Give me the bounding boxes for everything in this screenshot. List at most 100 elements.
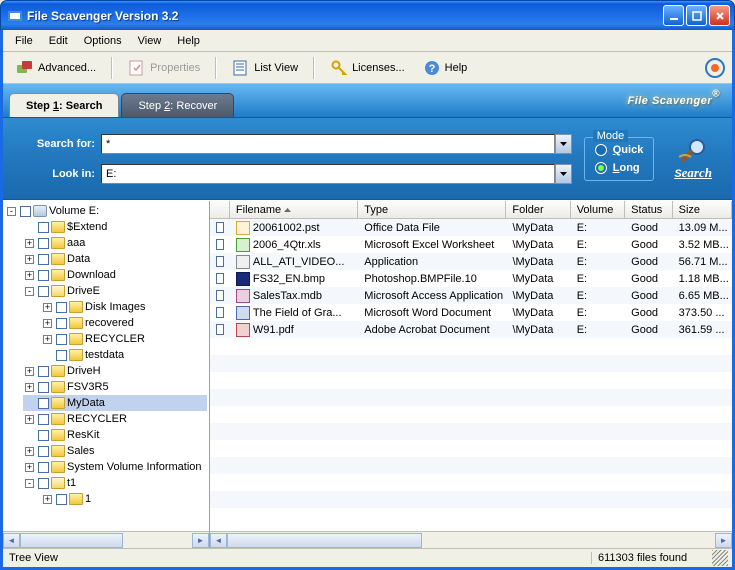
expand-icon[interactable]: - <box>25 479 34 488</box>
checkbox[interactable] <box>216 273 224 284</box>
checkbox[interactable] <box>38 462 49 473</box>
table-row[interactable]: The Field of Gra...Microsoft Word Docume… <box>210 304 732 321</box>
expand-icon[interactable]: + <box>25 255 34 264</box>
table-row[interactable]: FS32_EN.bmpPhotoshop.BMPFile.10\MyDataE:… <box>210 270 732 287</box>
tree-item[interactable]: +Data <box>23 251 207 267</box>
search-for-combo[interactable] <box>101 134 572 154</box>
tree-item[interactable]: +RECYCLER <box>23 411 207 427</box>
list-hscrollbar[interactable]: ◄ ► <box>210 531 732 548</box>
checkbox[interactable] <box>38 222 49 233</box>
tree-item[interactable]: +DriveH <box>23 363 207 379</box>
expand-icon[interactable]: + <box>43 303 52 312</box>
scroll-left-button[interactable]: ◄ <box>3 533 20 548</box>
collapse-icon[interactable]: - <box>7 207 16 216</box>
table-row[interactable]: ALL_ATI_VIDEO...Application\MyDataE:Good… <box>210 253 732 270</box>
expand-icon[interactable] <box>43 351 52 360</box>
checkbox[interactable] <box>216 324 224 335</box>
folder-tree[interactable]: -Volume E:$Extend+aaa+Data+Download-Driv… <box>3 201 209 531</box>
tree-item[interactable]: +FSV3R5 <box>23 379 207 395</box>
col-filename[interactable]: Filename <box>230 201 358 218</box>
look-in-input[interactable] <box>101 164 555 184</box>
checkbox[interactable] <box>38 254 49 265</box>
expand-icon[interactable]: + <box>25 415 34 424</box>
expand-icon[interactable]: + <box>43 319 52 328</box>
checkbox[interactable] <box>38 398 49 409</box>
checkbox[interactable] <box>38 430 49 441</box>
tree-item[interactable]: +Download <box>23 267 207 283</box>
checkbox[interactable] <box>56 334 67 345</box>
look-in-dropdown-button[interactable] <box>555 164 572 184</box>
expand-icon[interactable]: + <box>25 367 34 376</box>
col-folder[interactable]: Folder <box>506 201 570 218</box>
tree-item[interactable]: +Disk Images <box>41 299 207 315</box>
tree-item[interactable]: -DriveE <box>23 283 207 299</box>
mode-long-radio[interactable]: Long <box>595 162 644 174</box>
expand-icon[interactable]: + <box>43 335 52 344</box>
table-row[interactable]: SalesTax.mdbMicrosoft Access Application… <box>210 287 732 304</box>
maximize-button[interactable] <box>686 5 707 26</box>
menu-help[interactable]: Help <box>169 33 208 49</box>
tree-item[interactable]: MyData <box>23 395 207 411</box>
expand-icon[interactable]: + <box>25 383 34 392</box>
expand-icon[interactable]: - <box>25 287 34 296</box>
checkbox[interactable] <box>216 256 224 267</box>
tree-item[interactable]: $Extend <box>23 219 207 235</box>
checkbox[interactable] <box>56 318 67 329</box>
mode-quick-radio[interactable]: Quick <box>595 144 644 156</box>
checkbox[interactable] <box>20 206 31 217</box>
tree-item[interactable]: +aaa <box>23 235 207 251</box>
scroll-right-button[interactable]: ► <box>715 533 732 548</box>
expand-icon[interactable] <box>25 223 34 232</box>
expand-icon[interactable]: + <box>25 447 34 456</box>
tree-root-item[interactable]: -Volume E: <box>5 203 207 219</box>
file-list[interactable]: 20061002.pstOffice Data File\MyDataE:Goo… <box>210 219 732 531</box>
advanced-button[interactable]: Advanced... <box>9 55 103 81</box>
resize-grip-icon[interactable] <box>712 550 728 566</box>
search-button[interactable]: Search <box>666 133 720 185</box>
scroll-thumb[interactable] <box>227 533 422 548</box>
checkbox[interactable] <box>216 222 224 233</box>
properties-button[interactable]: Properties <box>121 55 207 81</box>
menu-view[interactable]: View <box>130 33 170 49</box>
checkbox[interactable] <box>56 302 67 313</box>
menu-options[interactable]: Options <box>76 33 130 49</box>
col-status[interactable]: Status <box>625 201 673 218</box>
expand-icon[interactable]: + <box>25 239 34 248</box>
tree-item[interactable]: ResKit <box>23 427 207 443</box>
look-in-combo[interactable] <box>101 164 572 184</box>
checkbox[interactable] <box>38 382 49 393</box>
col-type[interactable]: Type <box>358 201 506 218</box>
listview-button[interactable]: List View <box>225 55 305 81</box>
table-row[interactable]: 20061002.pstOffice Data File\MyDataE:Goo… <box>210 219 732 236</box>
tree-item[interactable]: testdata <box>41 347 207 363</box>
scroll-right-button[interactable]: ► <box>192 533 209 548</box>
tab-step1-search[interactable]: Step 1: Search <box>9 93 119 117</box>
tree-item[interactable]: -t1 <box>23 475 207 491</box>
checkbox[interactable] <box>38 478 49 489</box>
tab-step2-recover[interactable]: Step 2: Recover <box>121 93 234 117</box>
checkbox[interactable] <box>38 238 49 249</box>
expand-icon[interactable] <box>25 431 34 440</box>
col-size[interactable]: Size <box>673 201 732 218</box>
tree-item[interactable]: +1 <box>41 491 207 507</box>
expand-icon[interactable]: + <box>25 271 34 280</box>
checkbox[interactable] <box>38 446 49 457</box>
checkbox[interactable] <box>56 494 67 505</box>
col-volume[interactable]: Volume <box>571 201 625 218</box>
titlebar[interactable]: File Scavenger Version 3.2 <box>0 0 735 30</box>
menu-edit[interactable]: Edit <box>41 33 76 49</box>
expand-icon[interactable]: + <box>43 495 52 504</box>
licenses-button[interactable]: Licenses... <box>323 55 412 81</box>
expand-icon[interactable]: + <box>25 463 34 472</box>
checkbox[interactable] <box>38 286 49 297</box>
tree-item[interactable]: +Sales <box>23 443 207 459</box>
tree-item[interactable]: +RECYCLER <box>41 331 207 347</box>
menu-file[interactable]: File <box>7 33 41 49</box>
checkbox[interactable] <box>216 239 224 250</box>
table-row[interactable]: W91.pdfAdobe Acrobat Document\MyDataE:Go… <box>210 321 732 338</box>
help-button[interactable]: ? Help <box>416 55 475 81</box>
scroll-thumb[interactable] <box>20 533 123 548</box>
checkbox[interactable] <box>216 307 224 318</box>
table-row[interactable]: 2006_4Qtr.xlsMicrosoft Excel Worksheet\M… <box>210 236 732 253</box>
tree-item[interactable]: +System Volume Information <box>23 459 207 475</box>
